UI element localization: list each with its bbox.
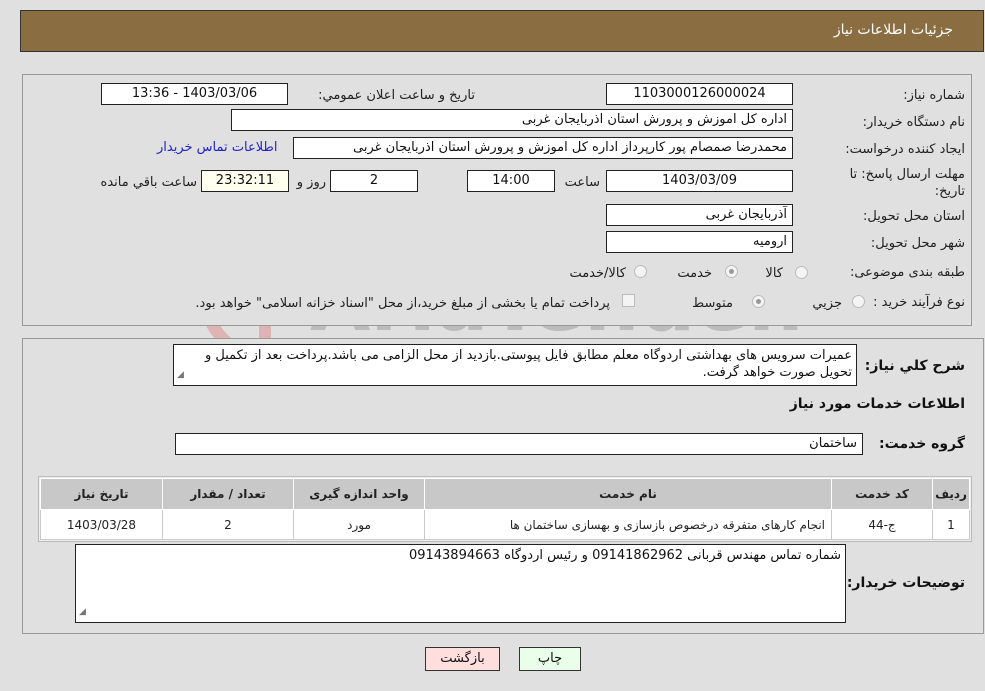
- category-option-goods-service: کالا/خدمت: [569, 266, 626, 281]
- city-field: ارومیه: [606, 231, 793, 253]
- process-option-medium: متوسط: [692, 296, 733, 311]
- services-table-wrapper: رديف کد خدمت نام خدمت واحد اندازه گيری ت…: [38, 476, 972, 542]
- remaining-label: ساعت باقي مانده: [100, 175, 197, 190]
- buyer-notes-textarea[interactable]: شماره تماس مهندس قربانی 09141862962 و رئ…: [75, 544, 846, 623]
- category-radio-service[interactable]: [725, 265, 738, 278]
- table-row: 1 ج-44 انجام کارهای متفرقه درخصوص بازساز…: [40, 509, 970, 540]
- page-title: جزئیات اطلاعات نیاز: [833, 22, 953, 38]
- process-radio-minor[interactable]: [852, 295, 865, 308]
- time-label: ساعت: [564, 175, 600, 190]
- services-section-title: اطلاعات خدمات مورد نياز: [789, 396, 965, 412]
- province-label: استان محل تحويل:: [863, 209, 965, 224]
- deadline-label: مهلت ارسال پاسخ: تا تاريخ:: [850, 166, 965, 200]
- category-radio-goods[interactable]: [795, 266, 808, 279]
- creator-label: ايجاد کننده درخواست:: [845, 142, 965, 157]
- need-number-field: 1103000126000024: [606, 83, 793, 105]
- description-textarea[interactable]: عمیرات سرویس های بهداشتی اردوگاه معلم مط…: [173, 344, 857, 386]
- category-radio-goods-service[interactable]: [634, 265, 647, 278]
- announce-label: تاريخ و ساعت اعلان عمومي:: [318, 88, 475, 103]
- service-group-field: ساختمان: [175, 433, 863, 455]
- category-label: طبقه بندی موضوعی:: [849, 265, 965, 280]
- col-need-date: تاريخ نياز: [40, 478, 163, 510]
- deadline-label-line2: تاريخ:: [934, 184, 965, 199]
- province-field: آذربایجان غربی: [606, 204, 793, 226]
- col-quantity: تعداد / مقدار: [162, 478, 294, 510]
- days-field: 2: [330, 170, 418, 192]
- col-service-name: نام خدمت: [424, 478, 832, 510]
- buyer-org-field: اداره کل اموزش و پرورش استان اذربایجان غ…: [231, 109, 793, 131]
- buyer-notes-label: توضيحات خريدار:: [846, 575, 965, 591]
- buyer-contact-link[interactable]: اطلاعات تماس خريدار: [157, 140, 277, 155]
- back-button[interactable]: بازگشت: [425, 647, 500, 671]
- city-label: شهر محل تحويل:: [870, 236, 965, 251]
- services-table: رديف کد خدمت نام خدمت واحد اندازه گيری ت…: [40, 478, 970, 540]
- announce-field: 1403/03/06 - 13:36: [101, 83, 288, 105]
- col-service-code: کد خدمت: [831, 478, 933, 510]
- description-text: عمیرات سرویس های بهداشتی اردوگاه معلم مط…: [204, 348, 852, 380]
- creator-field: محمدرضا صمصام پور کارپرداز اداره کل اموز…: [293, 137, 793, 159]
- buyer-notes-text: شماره تماس مهندس قربانی 09141862962 و رئ…: [408, 548, 841, 563]
- cell-quantity: 2: [162, 509, 294, 540]
- category-option-goods: کالا: [765, 266, 783, 281]
- description-label: شرح کلي نياز:: [864, 358, 965, 374]
- need-number-label: شماره نیاز:: [903, 88, 965, 103]
- process-option-minor: جزيي: [812, 296, 842, 311]
- service-group-label: گروه خدمت:: [879, 436, 965, 452]
- cell-need-date: 1403/03/28: [40, 509, 163, 540]
- process-label: نوع فرآيند خريد :: [873, 295, 965, 310]
- deadline-date-field: 1403/03/09: [606, 170, 793, 192]
- deadline-time-field: 14:00: [467, 170, 555, 192]
- days-label: روز و: [296, 175, 326, 190]
- cell-service-code: ج-44: [831, 509, 933, 540]
- process-radio-medium[interactable]: [752, 295, 765, 308]
- table-header-row: رديف کد خدمت نام خدمت واحد اندازه گيری ت…: [40, 478, 970, 510]
- category-option-service: خدمت: [677, 266, 712, 281]
- remaining-time-field: 23:32:11: [201, 170, 289, 192]
- treasury-checkbox[interactable]: [622, 294, 635, 307]
- cell-row-number: 1: [932, 509, 970, 540]
- resize-handle-icon[interactable]: ◢: [79, 604, 86, 621]
- col-unit: واحد اندازه گيری: [293, 478, 425, 510]
- resize-handle-icon[interactable]: ◢: [177, 367, 184, 384]
- cell-service-name: انجام کارهای متفرقه درخصوص بازسازی و بهس…: [424, 509, 832, 540]
- page-header: جزئیات اطلاعات نیاز: [20, 10, 984, 52]
- cell-unit: مورد: [293, 509, 425, 540]
- deadline-label-line1: مهلت ارسال پاسخ: تا: [849, 167, 965, 182]
- col-row-number: رديف: [932, 478, 970, 510]
- buyer-org-label: نام دستگاه خريدار:: [862, 115, 965, 130]
- treasury-note: پرداخت تمام یا بخشی از مبلغ خرید،از محل …: [195, 296, 610, 311]
- print-button[interactable]: چاپ: [519, 647, 581, 671]
